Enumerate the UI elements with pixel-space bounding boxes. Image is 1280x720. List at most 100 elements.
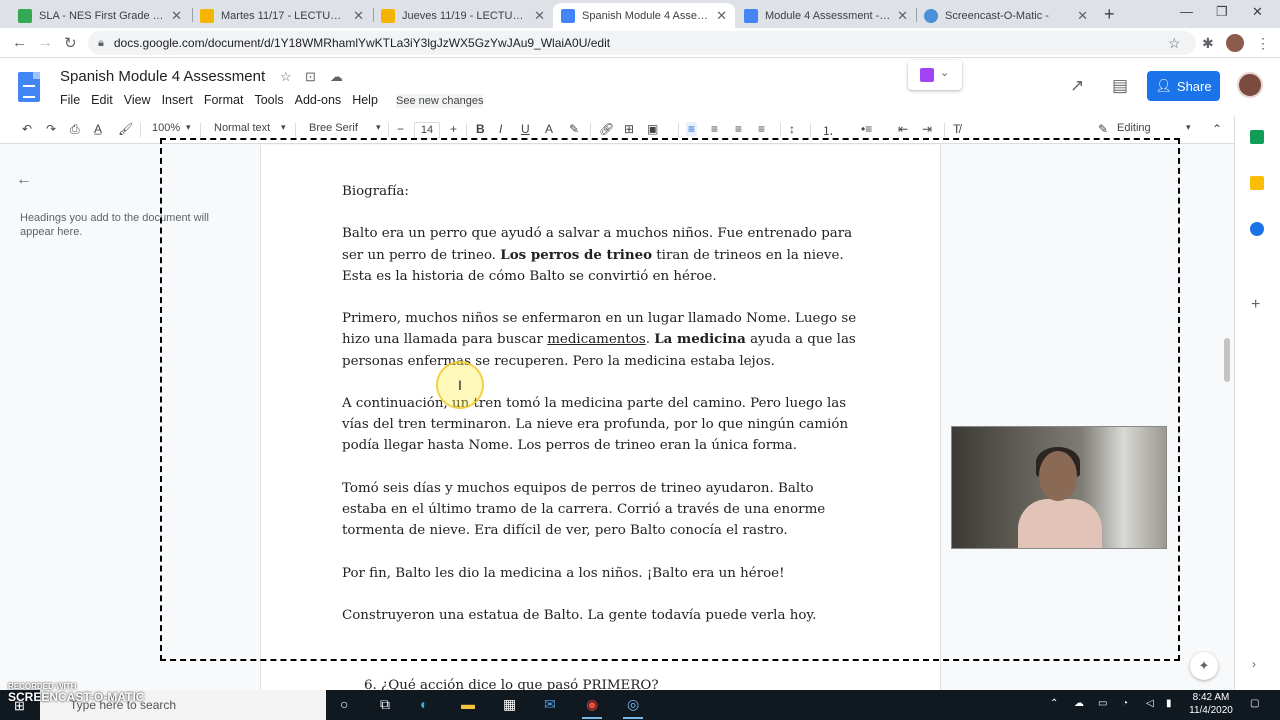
font-size-input[interactable]: 14 [414, 122, 440, 139]
close-tab-icon[interactable]: ✕ [534, 8, 545, 24]
print-icon[interactable]: ⎙ [70, 122, 80, 137]
editing-mode-select[interactable]: Editing [1117, 122, 1151, 134]
docs-logo-icon[interactable] [18, 72, 40, 102]
activity-trend-icon[interactable]: ↗ [1070, 76, 1084, 96]
add-ons-plus-icon[interactable]: + [1251, 296, 1260, 314]
back-icon[interactable]: ← [12, 34, 27, 51]
document-title[interactable]: Spanish Module 4 Assessment [60, 68, 265, 85]
comments-icon[interactable]: ▤ [1112, 76, 1128, 96]
underline-icon[interactable]: U [521, 122, 530, 136]
new-tab-icon[interactable]: + [1104, 4, 1115, 25]
file-explorer-icon[interactable]: ▬ [461, 696, 475, 712]
keep-icon[interactable] [1250, 176, 1264, 190]
account-avatar[interactable] [1237, 72, 1263, 98]
reload-icon[interactable]: ↻ [64, 34, 77, 52]
menu-file[interactable]: File [60, 93, 80, 107]
move-folder-icon[interactable]: ⊡ [305, 69, 316, 85]
browser-tab[interactable]: Module 4 Assessment - Goo ✕ [736, 3, 916, 28]
redo-icon[interactable]: ↷ [46, 122, 56, 136]
menu-addons[interactable]: Add-ons [295, 93, 342, 107]
menu-tools[interactable]: Tools [254, 93, 283, 107]
browser-profile-avatar[interactable] [1226, 34, 1244, 52]
menu-view[interactable]: View [124, 93, 151, 107]
increase-indent-icon[interactable]: ⇥ [922, 122, 932, 136]
add-comment-icon[interactable]: ⊞ [624, 122, 634, 136]
clear-formatting-icon[interactable]: T̸ [953, 122, 960, 136]
hide-panel-icon[interactable]: › [1252, 657, 1256, 671]
star-icon[interactable]: ☆ [280, 69, 292, 85]
addon-button[interactable]: ⌄ [908, 60, 962, 90]
spellcheck-icon[interactable]: A̲ [94, 122, 102, 136]
explore-button[interactable]: ✦ [1190, 652, 1218, 680]
restore-icon[interactable]: ❐ [1216, 4, 1228, 20]
align-left-icon[interactable]: ≡ [686, 122, 698, 136]
menu-edit[interactable]: Edit [91, 93, 113, 107]
forward-icon[interactable]: → [38, 34, 53, 51]
zoom-select[interactable]: 100% [152, 122, 180, 134]
undo-icon[interactable]: ↶ [22, 122, 32, 136]
wifi-icon[interactable]: ◔ [1122, 698, 1128, 709]
task-view-icon[interactable]: ⧉ [380, 696, 390, 713]
doc-heading: Biografía: [342, 184, 409, 199]
document-page[interactable]: Biografía: Balto era un perro que ayudó … [260, 145, 941, 690]
mail-icon[interactable]: ✉ [544, 696, 556, 713]
browser-tab[interactable]: Martes 11/17 - LECTURA - Go ✕ [192, 3, 372, 28]
share-button[interactable]: 👤︎ Share [1147, 71, 1220, 101]
highlight-icon[interactable]: ✎ [569, 122, 579, 136]
menu-insert[interactable]: Insert [162, 93, 193, 107]
edge-icon[interactable]: ◐ [420, 696, 428, 712]
line-spacing-icon[interactable]: ↕ [789, 122, 795, 136]
close-tab-icon[interactable]: ✕ [897, 8, 908, 24]
font-select[interactable]: Bree Serif [309, 122, 358, 134]
justify-icon[interactable]: ≡ [758, 122, 765, 136]
decrease-font-size-icon[interactable]: − [397, 122, 404, 136]
address-bar[interactable]: 🔒︎ docs.google.com/document/d/1Y18WMRham… [88, 31, 1196, 55]
numbered-list-icon[interactable]: ⒈ [822, 122, 834, 139]
menu-format[interactable]: Format [204, 93, 244, 107]
onedrive-icon[interactable]: ☁ [1074, 698, 1084, 709]
store-icon[interactable]: ▦ [503, 696, 516, 713]
close-tab-icon[interactable]: ✕ [171, 8, 182, 24]
minimize-icon[interactable]: — [1180, 4, 1193, 19]
network-icon[interactable]: ▭ [1098, 698, 1107, 709]
bold-icon[interactable]: B [476, 122, 485, 136]
align-right-icon[interactable]: ≡ [735, 122, 742, 136]
browser-tab[interactable]: SLA - NES First Grade Team ✕ [10, 3, 190, 28]
calendar-icon[interactable] [1250, 130, 1264, 144]
volume-icon[interactable]: ◁ [1146, 698, 1154, 709]
insert-image-icon[interactable]: ▣ [647, 122, 658, 136]
close-tab-icon[interactable]: ✕ [1077, 8, 1088, 24]
decrease-indent-icon[interactable]: ⇤ [898, 122, 908, 136]
extensions-icon[interactable]: ✱ [1202, 35, 1214, 52]
notifications-icon[interactable]: ▢ [1250, 698, 1259, 709]
language-icon[interactable]: ▮ [1166, 698, 1172, 709]
menu-help[interactable]: Help [352, 93, 378, 107]
link-icon[interactable]: 🔗︎ [599, 122, 614, 136]
browser-tab-active[interactable]: Spanish Module 4 Assessme ✕ [553, 3, 735, 28]
align-center-icon[interactable]: ≡ [711, 122, 718, 136]
tasks-icon[interactable] [1250, 222, 1264, 236]
close-tab-icon[interactable]: ✕ [353, 8, 364, 24]
close-outline-icon[interactable]: ← [16, 171, 32, 189]
browser-tab[interactable]: Jueves 11/19 - LECTURA - Go ✕ [373, 3, 553, 28]
screencast-app-icon[interactable]: ◎ [622, 696, 644, 719]
chrome-menu-icon[interactable]: ⋮ [1256, 35, 1270, 52]
notification-chevron-icon[interactable]: ⌃ [1050, 698, 1058, 709]
scrollbar[interactable] [1224, 338, 1230, 382]
close-tab-icon[interactable]: ✕ [716, 8, 727, 24]
taskbar-clock[interactable]: 8:42 AM 11/4/2020 [1186, 691, 1236, 717]
browser-tab[interactable]: Screencast-O-Matic - ✕ [916, 3, 1096, 28]
see-new-changes-link[interactable]: See new changes [396, 94, 484, 108]
paint-format-icon[interactable]: 🖌︎ [118, 122, 133, 136]
style-select[interactable]: Normal text [214, 122, 270, 134]
close-window-icon[interactable]: ✕ [1252, 4, 1263, 20]
document-body[interactable]: Biografía: Balto era un perro que ayudó … [342, 181, 862, 647]
increase-font-size-icon[interactable]: + [450, 122, 457, 136]
chrome-icon[interactable]: ◉ [581, 696, 603, 719]
bulleted-list-icon[interactable]: •≡ [861, 122, 872, 136]
collapse-menus-icon[interactable]: ⌃ [1212, 122, 1222, 136]
italic-icon[interactable]: I [499, 122, 502, 136]
text-color-icon[interactable]: A [545, 122, 553, 136]
bookmark-star-icon[interactable]: ☆ [1168, 35, 1181, 52]
cortana-icon[interactable]: ○ [340, 696, 348, 712]
